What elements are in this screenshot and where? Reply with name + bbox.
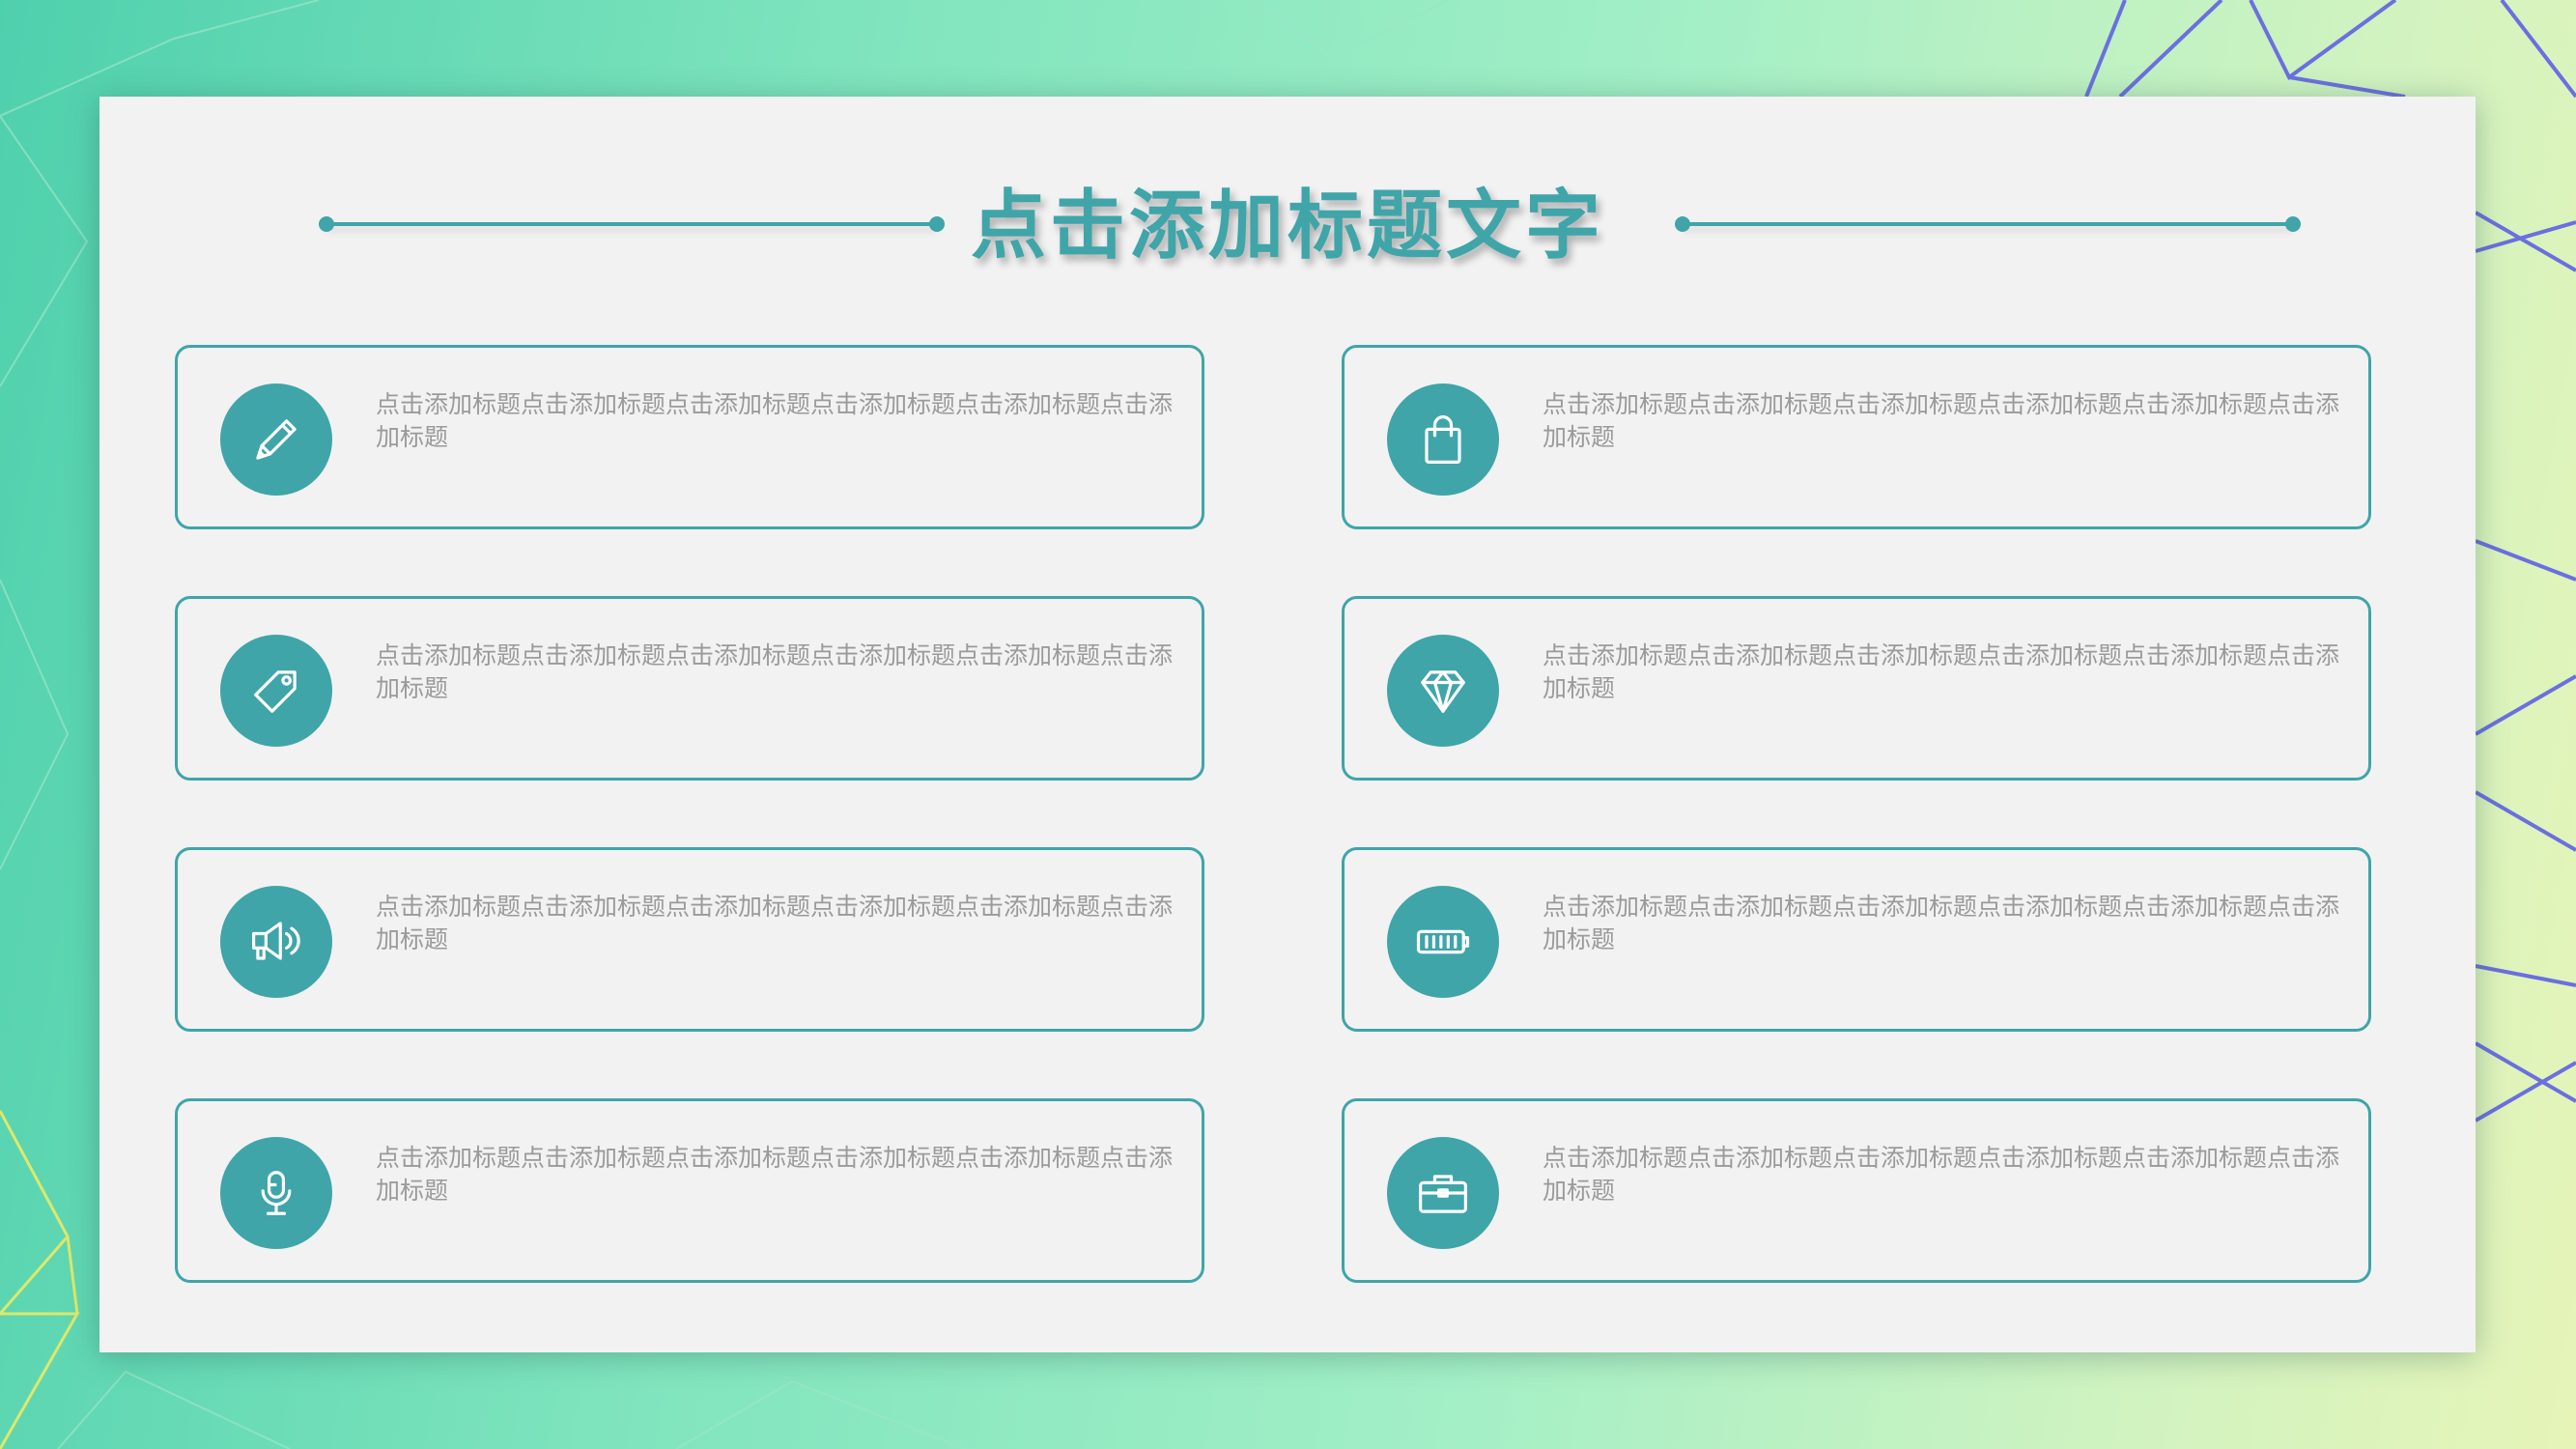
- card-description[interactable]: 点击添加标题点击添加标题点击添加标题点击添加标题点击添加标题点击添加标题: [376, 891, 1187, 956]
- megaphone-icon: [252, 922, 300, 960]
- icon-badge: [1387, 1137, 1499, 1249]
- shopping-bag-icon: [1425, 415, 1461, 464]
- feature-card-7[interactable]: 点击添加标题点击添加标题点击添加标题点击添加标题点击添加标题点击添加标题: [175, 1098, 1204, 1283]
- feature-card-3[interactable]: 点击添加标题点击添加标题点击添加标题点击添加标题点击添加标题点击添加标题: [175, 596, 1204, 781]
- feature-card-5[interactable]: 点击添加标题点击添加标题点击添加标题点击添加标题点击添加标题点击添加标题: [175, 847, 1204, 1032]
- icon-badge: [220, 886, 332, 998]
- page-title[interactable]: 点击添加标题文字: [99, 178, 2476, 274]
- card-description[interactable]: 点击添加标题点击添加标题点击添加标题点击添加标题点击添加标题点击添加标题: [1543, 639, 2354, 705]
- icon-badge: [220, 635, 332, 747]
- feature-card-4[interactable]: 点击添加标题点击添加标题点击添加标题点击添加标题点击添加标题点击添加标题: [1342, 596, 2371, 781]
- card-description[interactable]: 点击添加标题点击添加标题点击添加标题点击添加标题点击添加标题点击添加标题: [376, 639, 1187, 705]
- icon-badge: [1387, 384, 1499, 496]
- icon-badge: [1387, 635, 1499, 747]
- diamond-icon: [1421, 670, 1465, 713]
- card-description[interactable]: 点击添加标题点击添加标题点击添加标题点击添加标题点击添加标题点击添加标题: [1543, 891, 2354, 956]
- icon-badge: [1387, 886, 1499, 998]
- icon-badge: [220, 1137, 332, 1249]
- card-description[interactable]: 点击添加标题点击添加标题点击添加标题点击添加标题点击添加标题点击添加标题: [376, 1142, 1187, 1208]
- feature-card-8[interactable]: 点击添加标题点击添加标题点击添加标题点击添加标题点击添加标题点击添加标题: [1342, 1098, 2371, 1283]
- feature-card-2[interactable]: 点击添加标题点击添加标题点击添加标题点击添加标题点击添加标题点击添加标题: [1342, 345, 2371, 529]
- tag-icon: [254, 670, 297, 713]
- card-description[interactable]: 点击添加标题点击添加标题点击添加标题点击添加标题点击添加标题点击添加标题: [1543, 1142, 2354, 1208]
- icon-badge: [220, 384, 332, 496]
- card-description[interactable]: 点击添加标题点击添加标题点击添加标题点击添加标题点击添加标题点击添加标题: [1543, 388, 2354, 454]
- feature-card-1[interactable]: 点击添加标题点击添加标题点击添加标题点击添加标题点击添加标题点击添加标题: [175, 345, 1204, 529]
- battery-icon: [1416, 929, 1470, 954]
- content-panel: 点击添加标题文字 点击添加标题点击添加标题点击添加标题点击添加标题点击添加标题点…: [99, 97, 2476, 1352]
- briefcase-icon: [1419, 1175, 1467, 1213]
- pencil-icon: [256, 419, 297, 460]
- feature-card-6[interactable]: 点击添加标题点击添加标题点击添加标题点击添加标题点击添加标题点击添加标题: [1342, 847, 2371, 1032]
- microphone-icon: [261, 1171, 292, 1215]
- card-description[interactable]: 点击添加标题点击添加标题点击添加标题点击添加标题点击添加标题点击添加标题: [376, 388, 1187, 454]
